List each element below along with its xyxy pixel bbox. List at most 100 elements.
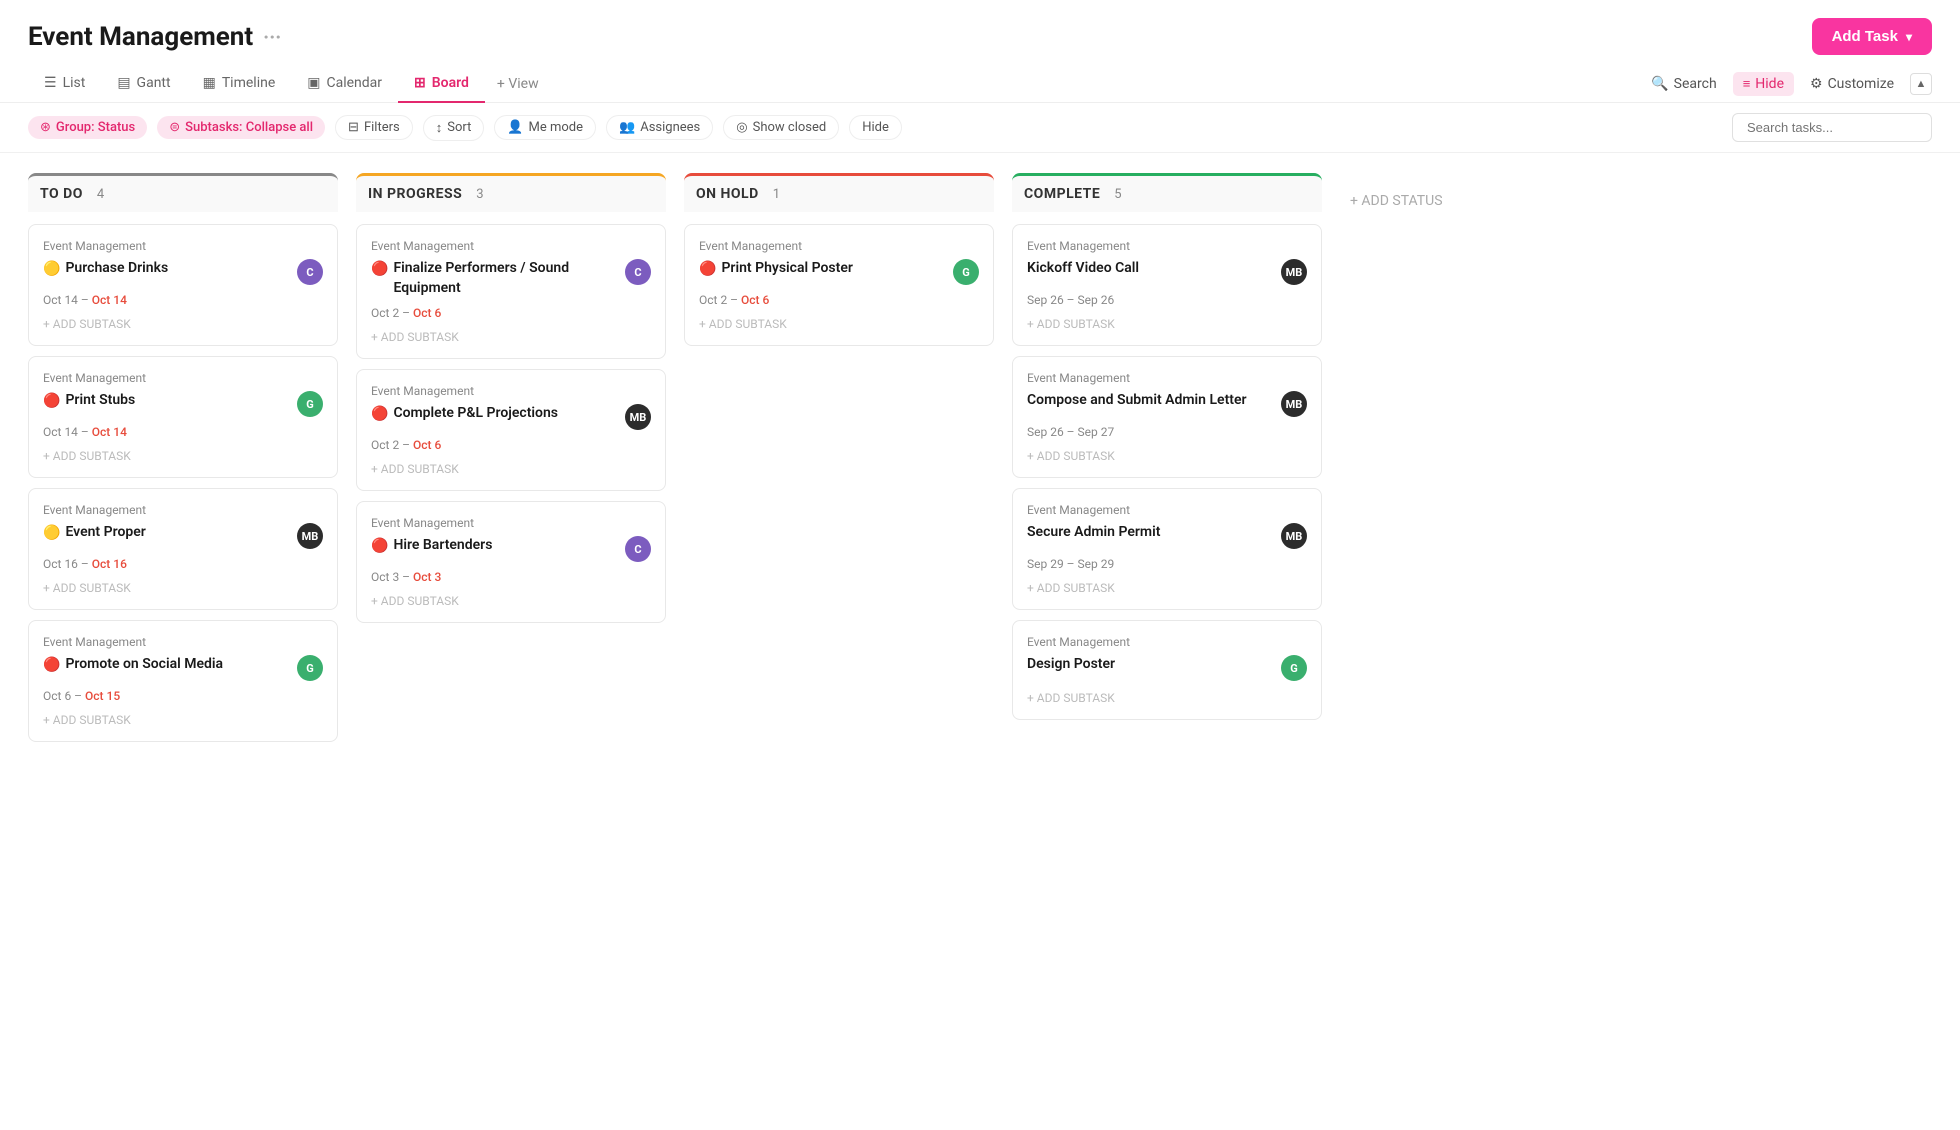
task-title: 🔴 Print Physical Poster [699,259,853,280]
column-complete: COMPLETE 5 Event Management Kickoff Video… [1012,173,1322,730]
add-subtask-button[interactable]: + ADD SUBTASK [1027,449,1307,463]
add-subtask-button[interactable]: + ADD SUBTASK [371,330,651,344]
tab-timeline[interactable]: ▦ Timeline [187,65,292,103]
group-status-chip[interactable]: ⊛ Group: Status [28,116,147,139]
tab-board[interactable]: ⊞ Board [398,65,485,103]
column-title: TO DO [40,186,83,202]
collapse-icon: ⊜ [169,120,180,135]
add-subtask-button[interactable]: + ADD SUBTASK [371,462,651,476]
assignees-button[interactable]: 👥 Assignees [606,115,713,140]
task-card[interactable]: Event Management Kickoff Video Call MB S… [1012,224,1322,346]
column-header-onhold[interactable]: ON HOLD1 [684,173,994,212]
avatar: MB [1281,391,1307,417]
task-title: 🔴 Hire Bartenders [371,536,492,557]
column-count: 1 [773,187,780,202]
task-title: Secure Admin Permit [1027,523,1160,543]
task-date-end: Oct 6 [413,438,441,452]
search-input[interactable] [1732,113,1932,142]
add-subtask-button[interactable]: + ADD SUBTASK [1027,317,1307,331]
add-subtask-button[interactable]: + ADD SUBTASK [371,594,651,608]
avatar: C [625,259,651,285]
task-card[interactable]: Event Management 🔴 Promote on Social Med… [28,620,338,742]
hide-button[interactable]: ≡ Hide [1733,72,1794,96]
add-status-button[interactable]: + ADD STATUS [1340,183,1453,219]
add-subtask-button[interactable]: + ADD SUBTASK [43,581,323,595]
task-card[interactable]: Event Management 🔴 Print Physical Poster… [684,224,994,346]
subtasks-chip[interactable]: ⊜ Subtasks: Collapse all [157,116,325,139]
task-title-row: Kickoff Video Call MB [1027,259,1307,285]
column-title: COMPLETE [1024,186,1100,202]
task-card[interactable]: Event Management Compose and Submit Admi… [1012,356,1322,478]
task-project: Event Management [371,384,651,398]
task-date-end: Oct 14 [92,293,127,307]
task-search [1732,113,1932,142]
title-dots[interactable]: ··· [263,25,281,49]
task-card[interactable]: Event Management Design Poster G + ADD S… [1012,620,1322,720]
task-date-end: Sep 27 [1078,425,1115,439]
list-icon: ☰ [44,75,57,91]
check-circle-icon: ◎ [736,120,747,135]
add-status-column: + ADD STATUS [1340,173,1453,219]
task-card[interactable]: Event Management 🔴 Complete P&L Projecti… [356,369,666,491]
task-title: Kickoff Video Call [1027,259,1139,279]
add-subtask-button[interactable]: + ADD SUBTASK [43,449,323,463]
tab-list[interactable]: ☰ List [28,65,101,103]
column-header-todo[interactable]: TO DO4 [28,173,338,212]
add-subtask-button[interactable]: + ADD SUBTASK [699,317,979,331]
avatar: MB [625,404,651,430]
task-card[interactable]: Event Management 🔴 Hire Bartenders C Oct… [356,501,666,623]
task-card[interactable]: Event Management 🟡 Event Proper MB Oct 1… [28,488,338,610]
add-subtask-button[interactable]: + ADD SUBTASK [43,713,323,727]
task-dates: Oct 6 – Oct 15 [43,689,323,703]
hide-filter-button[interactable]: Hide [849,115,902,140]
task-project: Event Management [1027,635,1307,649]
task-project: Event Management [43,635,323,649]
add-task-button[interactable]: Add Task ▾ [1812,18,1932,55]
customize-button[interactable]: ⚙ Customize [1810,76,1894,92]
column-header-complete[interactable]: COMPLETE 5 [1012,173,1322,212]
task-card[interactable]: Event Management 🟡 Purchase Drinks C Oct… [28,224,338,346]
task-title: 🟡 Purchase Drinks [43,259,168,280]
priority-icon: 🔴 [371,537,388,557]
sort-button[interactable]: ↕ Sort [423,115,485,141]
task-date-end: Oct 15 [85,689,120,703]
priority-icon: 🔴 [699,260,716,280]
task-card[interactable]: Event Management 🔴 Print Stubs G Oct 14 … [28,356,338,478]
add-subtask-button[interactable]: + ADD SUBTASK [43,317,323,331]
avatar: C [625,536,651,562]
me-mode-button[interactable]: 👤 Me mode [494,115,596,140]
task-dates: Oct 3 – Oct 3 [371,570,651,584]
column-inprogress: IN PROGRESS3 Event Management 🔴 Finalize… [356,173,666,633]
filters-button[interactable]: ⊟ Filters [335,115,413,140]
task-date-end: Sep 29 [1078,557,1115,571]
add-subtask-button[interactable]: + ADD SUBTASK [1027,691,1307,705]
tab-add-view[interactable]: + View [485,66,551,102]
task-title: 🔴 Print Stubs [43,391,135,412]
task-project: Event Management [371,516,651,530]
task-card[interactable]: Event Management 🔴 Finalize Performers /… [356,224,666,359]
task-dates: Sep 29 – Sep 29 [1027,557,1307,571]
search-button[interactable]: 🔍 Search [1651,76,1716,92]
tab-calendar[interactable]: ▣ Calendar [291,65,398,103]
column-count: 3 [476,187,483,202]
view-tabs: ☰ List ▤ Gantt ▦ Timeline ▣ Calendar ⊞ B… [0,65,1960,103]
task-title-row: 🔴 Promote on Social Media G [43,655,323,681]
task-title: Compose and Submit Admin Letter [1027,391,1247,411]
task-date-end: Oct 14 [92,425,127,439]
task-title: 🔴 Complete P&L Projections [371,404,558,425]
task-title-row: 🔴 Hire Bartenders C [371,536,651,562]
task-dates: Oct 2 – Oct 6 [699,293,979,307]
add-subtask-button[interactable]: + ADD SUBTASK [1027,581,1307,595]
task-project: Event Management [371,239,651,253]
task-card[interactable]: Event Management Secure Admin Permit MB … [1012,488,1322,610]
avatar: C [297,259,323,285]
column-header-inprogress[interactable]: IN PROGRESS3 [356,173,666,212]
task-project: Event Management [43,503,323,517]
tab-gantt[interactable]: ▤ Gantt [101,65,186,103]
show-closed-button[interactable]: ◎ Show closed [723,115,839,140]
collapse-button[interactable]: ▲ [1910,73,1932,95]
task-title-row: 🟡 Event Proper MB [43,523,323,549]
hide-icon: ≡ [1743,76,1751,92]
column-count: 5 [1114,187,1121,202]
person-icon: 👤 [507,120,523,135]
